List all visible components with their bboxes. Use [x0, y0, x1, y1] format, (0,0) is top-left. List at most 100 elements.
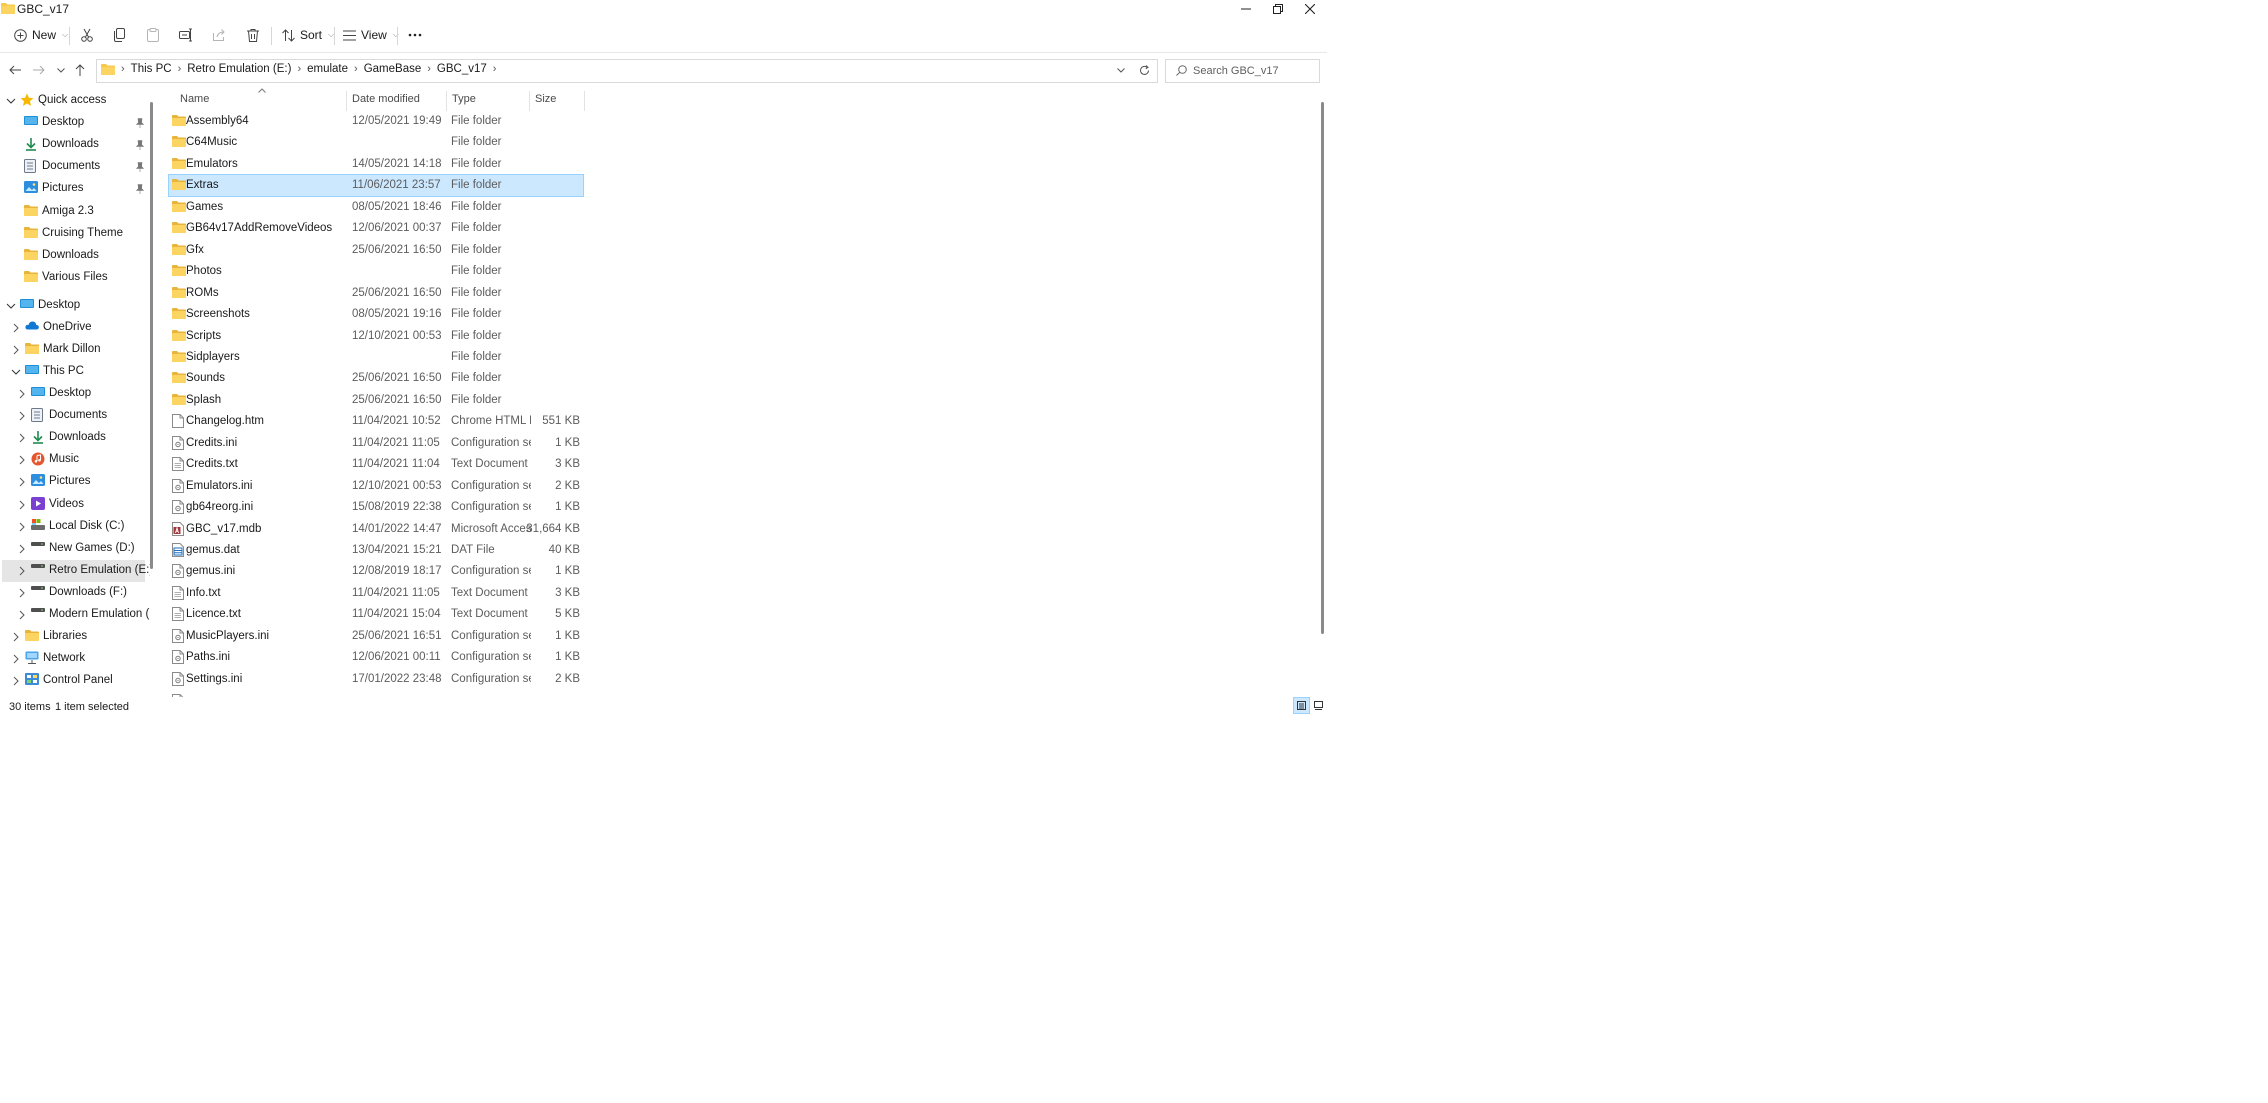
column-header-size[interactable]: Size	[535, 93, 556, 109]
nav-item-downloads[interactable]: Downloads	[2, 134, 145, 156]
file-row-sounds[interactable]: Sounds 25/06/2021 16:50 File folder	[169, 368, 583, 389]
chevron-right-icon[interactable]	[17, 544, 27, 554]
file-row-emulators[interactable]: Emulators 14/05/2021 14:18 File folder	[169, 154, 583, 175]
file-row-emulators-ini[interactable]: Emulators.ini 12/10/2021 00:53 Configurati…	[169, 476, 583, 497]
file-row-paths-ini[interactable]: Paths.ini 12/06/2021 00:11 Configuration s…	[169, 647, 583, 668]
pin-icon[interactable]	[136, 184, 144, 195]
file-row-gemus-ini[interactable]: gemus.ini 12/08/2019 18:17 Configuration s…	[169, 561, 583, 582]
copy-button[interactable]	[113, 25, 127, 45]
chevron-right-icon[interactable]	[17, 411, 27, 421]
nav-item-downloads[interactable]: Downloads	[2, 427, 145, 449]
address-dropdown-icon[interactable]	[1117, 68, 1125, 73]
chevron-right-icon[interactable]	[17, 566, 27, 576]
nav-item-desktop[interactable]: Desktop	[2, 383, 145, 405]
chevron-right-icon[interactable]: ›	[178, 63, 182, 75]
restore-button[interactable]	[1262, 0, 1294, 18]
chevron-right-icon[interactable]	[11, 676, 21, 686]
chevron-right-icon[interactable]	[17, 588, 27, 598]
file-row-musicplayers-ini[interactable]: MusicPlayers.ini 25/06/2021 16:51 Configur…	[169, 626, 583, 647]
file-row-screenshots[interactable]: Screenshots 08/05/2021 19:16 File folder	[169, 304, 583, 325]
file-list-scrollbar[interactable]	[1321, 102, 1324, 634]
nav-item-control-panel[interactable]: Control Panel	[2, 670, 145, 692]
breadcrumb-gamebase[interactable]: GameBase	[364, 63, 422, 75]
large-icons-view-button[interactable]	[1311, 698, 1326, 713]
column-divider[interactable]	[346, 91, 347, 111]
nav-item-local-disk-c[interactable]: Local Disk (C:)	[2, 516, 145, 538]
column-header-date[interactable]: Date modified	[352, 93, 420, 109]
file-row-scripts[interactable]: Scripts 12/10/2021 00:53 File folder	[169, 326, 583, 347]
chevron-right-icon[interactable]: ›	[121, 63, 125, 75]
nav-item-desktop[interactable]: Desktop	[2, 112, 145, 134]
pin-icon[interactable]	[136, 118, 144, 129]
chevron-right-icon[interactable]	[11, 345, 21, 355]
chevron-right-icon[interactable]: ›	[427, 63, 431, 75]
column-divider[interactable]	[446, 91, 447, 111]
pin-icon[interactable]	[136, 140, 144, 151]
file-row-extras[interactable]: Extras 11/06/2021 23:57 File folder	[168, 174, 584, 198]
chevron-right-icon[interactable]	[17, 500, 27, 510]
nav-item-downloads[interactable]: Downloads	[2, 245, 145, 267]
chevron-down-icon[interactable]	[11, 367, 21, 377]
file-row-gfx[interactable]: Gfx 25/06/2021 16:50 File folder	[169, 240, 583, 261]
minimize-button[interactable]	[1230, 0, 1262, 18]
file-row-roms[interactable]: ROMs 25/06/2021 16:50 File folder	[169, 283, 583, 304]
column-header-name[interactable]: Name	[180, 93, 209, 109]
nav-item-modern-emulation-g[interactable]: Modern Emulation (G:)	[2, 604, 150, 626]
rename-button[interactable]	[179, 25, 193, 45]
sort-button[interactable]: Sort ⌵	[282, 25, 334, 45]
breadcrumb-retro-emulation[interactable]: Retro Emulation (E:)	[187, 63, 291, 75]
chevron-right-icon[interactable]	[17, 455, 27, 465]
file-row-splash[interactable]: Splash 25/06/2021 16:50 File folder	[169, 390, 583, 411]
paste-button[interactable]	[146, 25, 160, 45]
file-row-info-txt[interactable]: Info.txt 11/04/2021 11:05 Text Document 3 K…	[169, 583, 583, 604]
nav-item-downloads-f[interactable]: Downloads (F:)	[2, 582, 145, 604]
chevron-right-icon[interactable]: ›	[297, 63, 301, 75]
nav-item-cruising-theme[interactable]: Cruising Theme	[2, 223, 145, 245]
nav-item-libraries[interactable]: Libraries	[2, 626, 145, 648]
nav-item-network[interactable]: Network	[2, 648, 145, 670]
chevron-right-icon[interactable]: ›	[354, 63, 358, 75]
column-header-type[interactable]: Type	[452, 93, 476, 109]
nav-item-pictures[interactable]: Pictures	[2, 178, 145, 200]
file-row-sidplayers[interactable]: Sidplayers File folder	[169, 347, 583, 368]
breadcrumb-this-pc[interactable]: This PC	[131, 63, 172, 75]
breadcrumb-emulate[interactable]: emulate	[307, 63, 348, 75]
column-divider[interactable]	[529, 91, 530, 111]
up-button[interactable]	[73, 63, 87, 77]
nav-item-new-games-d[interactable]: New Games (D:)	[2, 538, 145, 560]
file-row-settings-ini[interactable]: Settings.ini 17/01/2022 23:48 Configuratio…	[169, 669, 583, 690]
nav-item-onedrive[interactable]: OneDrive	[2, 317, 145, 339]
file-row-photos[interactable]: Photos File folder	[169, 261, 583, 282]
file-row-credits-ini[interactable]: Credits.ini 11/04/2021 11:05 Configuration…	[169, 433, 583, 454]
pin-icon[interactable]	[136, 162, 144, 173]
nav-quick-access[interactable]: Quick access	[2, 90, 145, 112]
search-input[interactable]: Search GBC_v17	[1193, 65, 1279, 77]
refresh-icon[interactable]	[1139, 65, 1150, 76]
nav-item-amiga-2-3[interactable]: Amiga 2.3	[2, 201, 145, 223]
file-row-gb64v17addremovevideos[interactable]: GB64v17AddRemoveVideos 12/06/2021 00:37 Fi…	[169, 218, 583, 239]
nav-item-videos[interactable]: Videos	[2, 494, 145, 516]
file-row-gbc-v17-mdb[interactable]: GBC_v17.mdb 14/01/2022 14:47 Microsoft Acc…	[169, 519, 583, 540]
column-divider[interactable]	[584, 91, 585, 111]
file-row-changelog-htm[interactable]: Changelog.htm 11/04/2021 10:52 Chrome HTML…	[169, 411, 583, 432]
nav-item-documents[interactable]: Documents	[2, 405, 145, 427]
file-row-c64music[interactable]: C64Music File folder	[169, 132, 583, 153]
share-button[interactable]	[212, 25, 226, 45]
view-button[interactable]: View ⌵	[343, 25, 399, 45]
chevron-right-icon[interactable]	[17, 433, 27, 443]
forward-button[interactable]	[32, 63, 46, 77]
back-button[interactable]	[8, 63, 22, 77]
nav-item-various-files[interactable]: Various Files	[2, 267, 145, 289]
more-options-button[interactable]	[408, 25, 422, 45]
address-bar[interactable]: › This PC › Retro Emulation (E:) › emula…	[96, 59, 1158, 83]
recent-locations-button[interactable]	[54, 63, 68, 77]
file-row-gemus-dat[interactable]: gemus.dat 13/04/2021 15:21 DAT File 40 KB	[169, 540, 583, 561]
nav-this-pc[interactable]: This PC	[2, 361, 145, 383]
chevron-right-icon[interactable]	[11, 632, 21, 642]
chevron-right-icon[interactable]	[11, 323, 21, 333]
nav-item-retro-emulation-e[interactable]: Retro Emulation (E:)	[2, 559, 150, 582]
details-view-button[interactable]	[1293, 697, 1310, 714]
nav-desktop[interactable]: Desktop	[2, 295, 145, 317]
new-button[interactable]: New ⌵	[14, 25, 68, 45]
search-box[interactable]: Search GBC_v17	[1165, 59, 1320, 83]
